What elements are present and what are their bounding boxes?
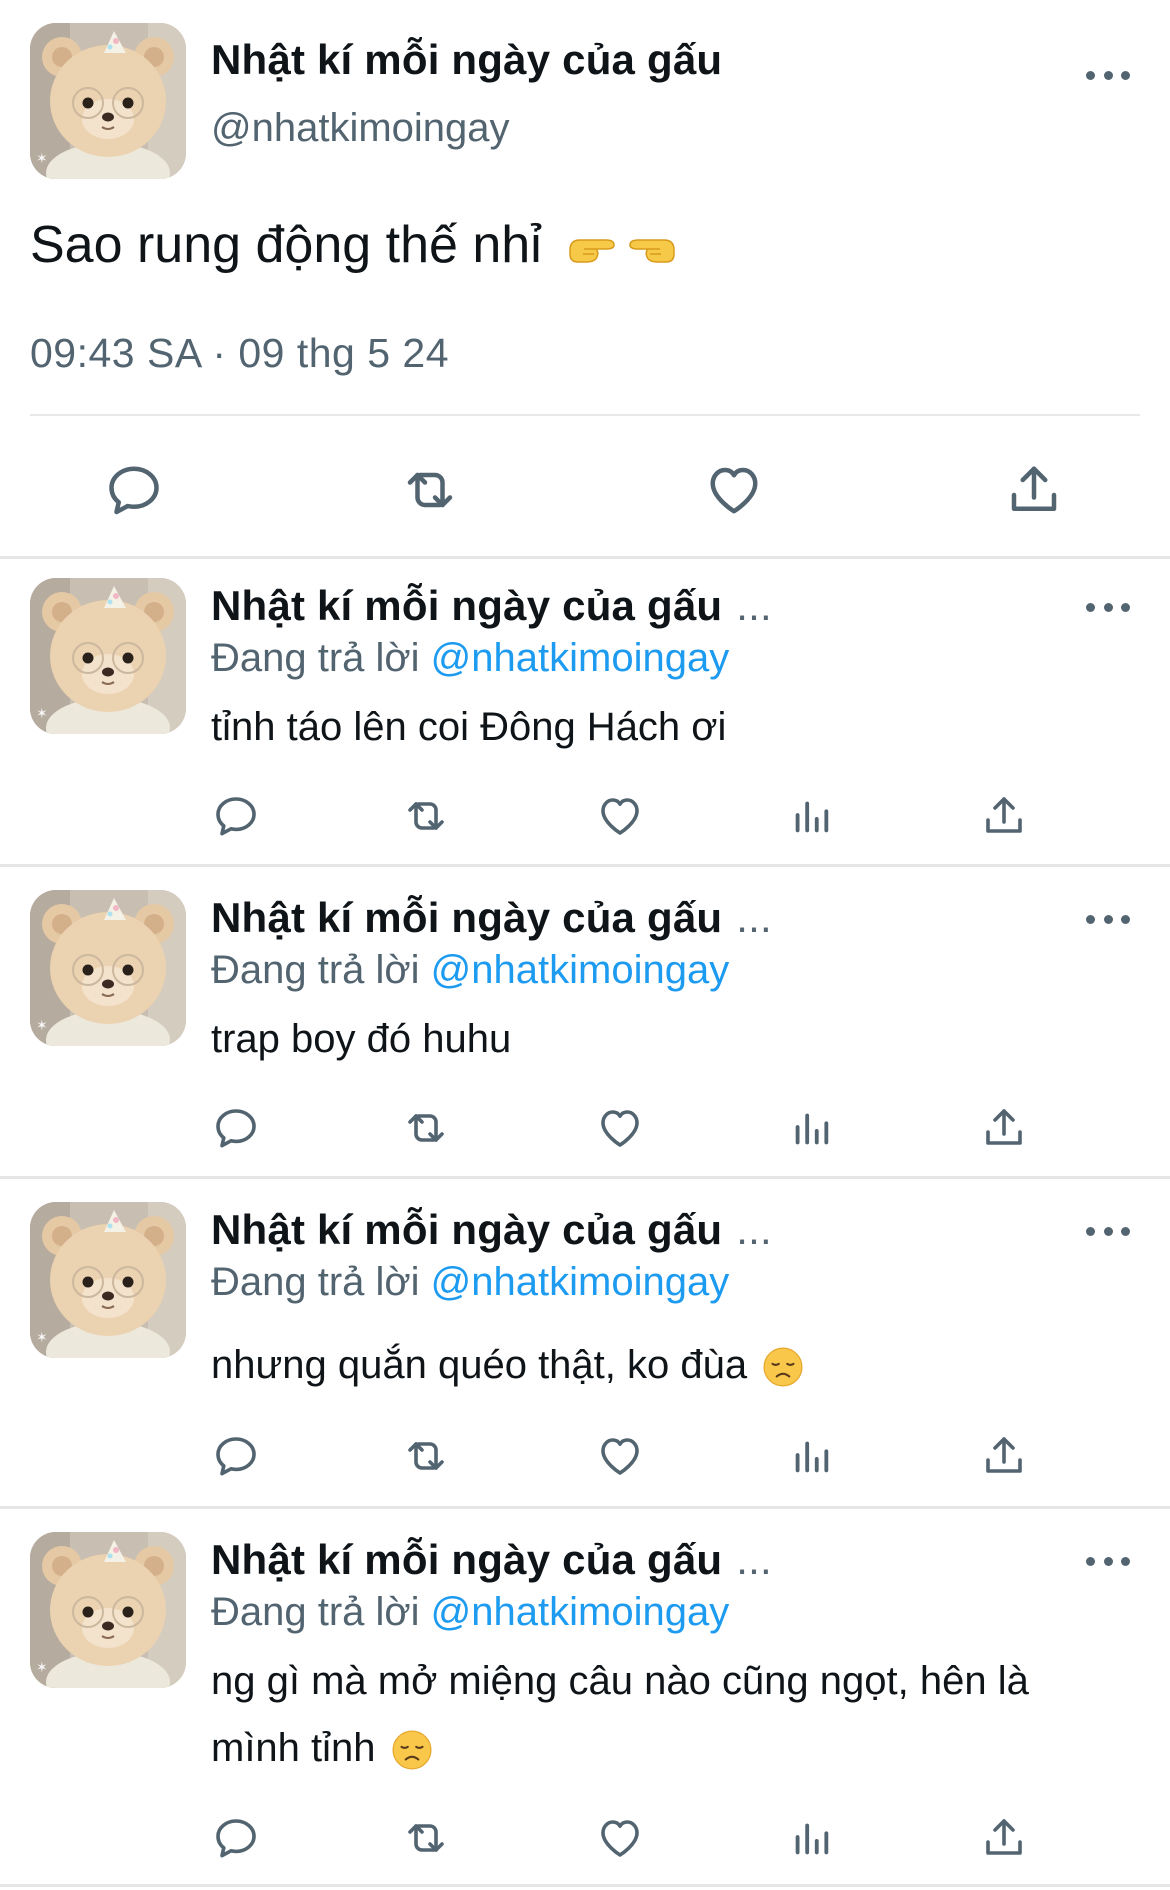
- more-options-icon[interactable]: [1086, 1224, 1130, 1238]
- divider: [30, 414, 1140, 416]
- reply-author-name[interactable]: Nhật kí mỗi ngày của gấu...: [211, 1536, 772, 1584]
- retweet-icon[interactable]: [402, 792, 450, 840]
- share-icon[interactable]: [980, 1814, 1028, 1862]
- retweet-icon[interactable]: [400, 460, 460, 520]
- more-options-icon[interactable]: [1086, 912, 1130, 926]
- backhand-index-pointing-left-emoji: [622, 230, 678, 266]
- share-icon[interactable]: [1004, 460, 1064, 520]
- section-separator: [0, 1884, 1170, 1887]
- mention-link[interactable]: @nhatkimoingay: [431, 636, 730, 680]
- retweet-icon[interactable]: [402, 1104, 450, 1152]
- views-icon[interactable]: [788, 1434, 834, 1480]
- section-separator: [0, 1176, 1170, 1179]
- reply-icon[interactable]: [104, 460, 164, 520]
- more-options-icon[interactable]: [1086, 68, 1130, 82]
- reply-text: trap boy đó huhu: [211, 1017, 512, 1061]
- reply-text: ng gì mà mở miệng câu nào cũng ngọt, hên…: [211, 1648, 1131, 1782]
- author-handle[interactable]: @nhatkimoingay: [211, 106, 510, 151]
- reply-avatar[interactable]: [30, 578, 186, 734]
- retweet-icon[interactable]: [402, 1432, 450, 1480]
- bear-avatar-image: [30, 578, 186, 734]
- like-icon[interactable]: [596, 792, 644, 840]
- views-icon[interactable]: [788, 1106, 834, 1152]
- mention-link[interactable]: @nhatkimoingay: [431, 1260, 730, 1304]
- reply-author-name[interactable]: Nhật kí mỗi ngày của gấu...: [211, 1206, 772, 1254]
- tweet-timestamp[interactable]: 09:43 SA · 09 thg 5 24: [30, 330, 449, 377]
- like-icon[interactable]: [596, 1814, 644, 1862]
- replying-to: Đang trả lời @nhatkimoingay: [211, 636, 730, 680]
- reply-icon[interactable]: [212, 792, 260, 840]
- reply-icon[interactable]: [212, 1814, 260, 1862]
- views-icon[interactable]: [788, 1816, 834, 1862]
- like-icon[interactable]: [596, 1104, 644, 1152]
- mention-link[interactable]: @nhatkimoingay: [431, 1590, 730, 1634]
- reply-text-line: ng gì mà mở miệng câu nào cũng ngọt, hên…: [211, 1659, 1029, 1703]
- more-options-icon[interactable]: [1086, 1554, 1130, 1568]
- bear-avatar-image: [30, 890, 186, 1046]
- share-icon[interactable]: [980, 1432, 1028, 1480]
- bear-avatar-image: [30, 1532, 186, 1688]
- tweet-text: Sao rung động thế nhỉ: [30, 215, 678, 275]
- replying-to: Đang trả lời @nhatkimoingay: [211, 948, 730, 992]
- section-separator: [0, 864, 1170, 867]
- replying-to: Đang trả lời @nhatkimoingay: [211, 1260, 730, 1304]
- reply-author-name[interactable]: Nhật kí mỗi ngày của gấu...: [211, 582, 772, 630]
- author-avatar[interactable]: [30, 23, 186, 179]
- more-options-icon[interactable]: [1086, 600, 1130, 614]
- bear-avatar-image: [30, 1202, 186, 1358]
- like-icon[interactable]: [596, 1432, 644, 1480]
- backhand-index-pointing-right-emoji: [566, 230, 622, 266]
- reply-text: nhưng quắn quéo thật, ko đùa: [211, 1332, 1131, 1399]
- reply-text: tỉnh táo lên coi Đông Hách ơi: [211, 705, 727, 749]
- share-icon[interactable]: [980, 1104, 1028, 1152]
- section-separator: [0, 556, 1170, 559]
- retweet-icon[interactable]: [402, 1814, 450, 1862]
- replying-to: Đang trả lời @nhatkimoingay: [211, 1590, 730, 1634]
- tweet-text-content: Sao rung động thế nhỉ: [30, 216, 542, 274]
- section-separator: [0, 1506, 1170, 1509]
- reply-text-line: mình tỉnh: [211, 1715, 1131, 1782]
- author-name[interactable]: Nhật kí mỗi ngày của gấu: [211, 36, 722, 84]
- like-icon[interactable]: [704, 460, 764, 520]
- disappointed-face-emoji: [391, 1729, 433, 1771]
- views-icon[interactable]: [788, 794, 834, 840]
- reply-icon[interactable]: [212, 1432, 260, 1480]
- mention-link[interactable]: @nhatkimoingay: [431, 948, 730, 992]
- disappointed-face-emoji: [762, 1346, 804, 1388]
- reply-avatar[interactable]: [30, 1532, 186, 1688]
- share-icon[interactable]: [980, 792, 1028, 840]
- bear-avatar-image: [30, 23, 186, 179]
- reply-icon[interactable]: [212, 1104, 260, 1152]
- reply-author-name[interactable]: Nhật kí mỗi ngày của gấu...: [211, 894, 772, 942]
- reply-avatar[interactable]: [30, 1202, 186, 1358]
- reply-avatar[interactable]: [30, 890, 186, 1046]
